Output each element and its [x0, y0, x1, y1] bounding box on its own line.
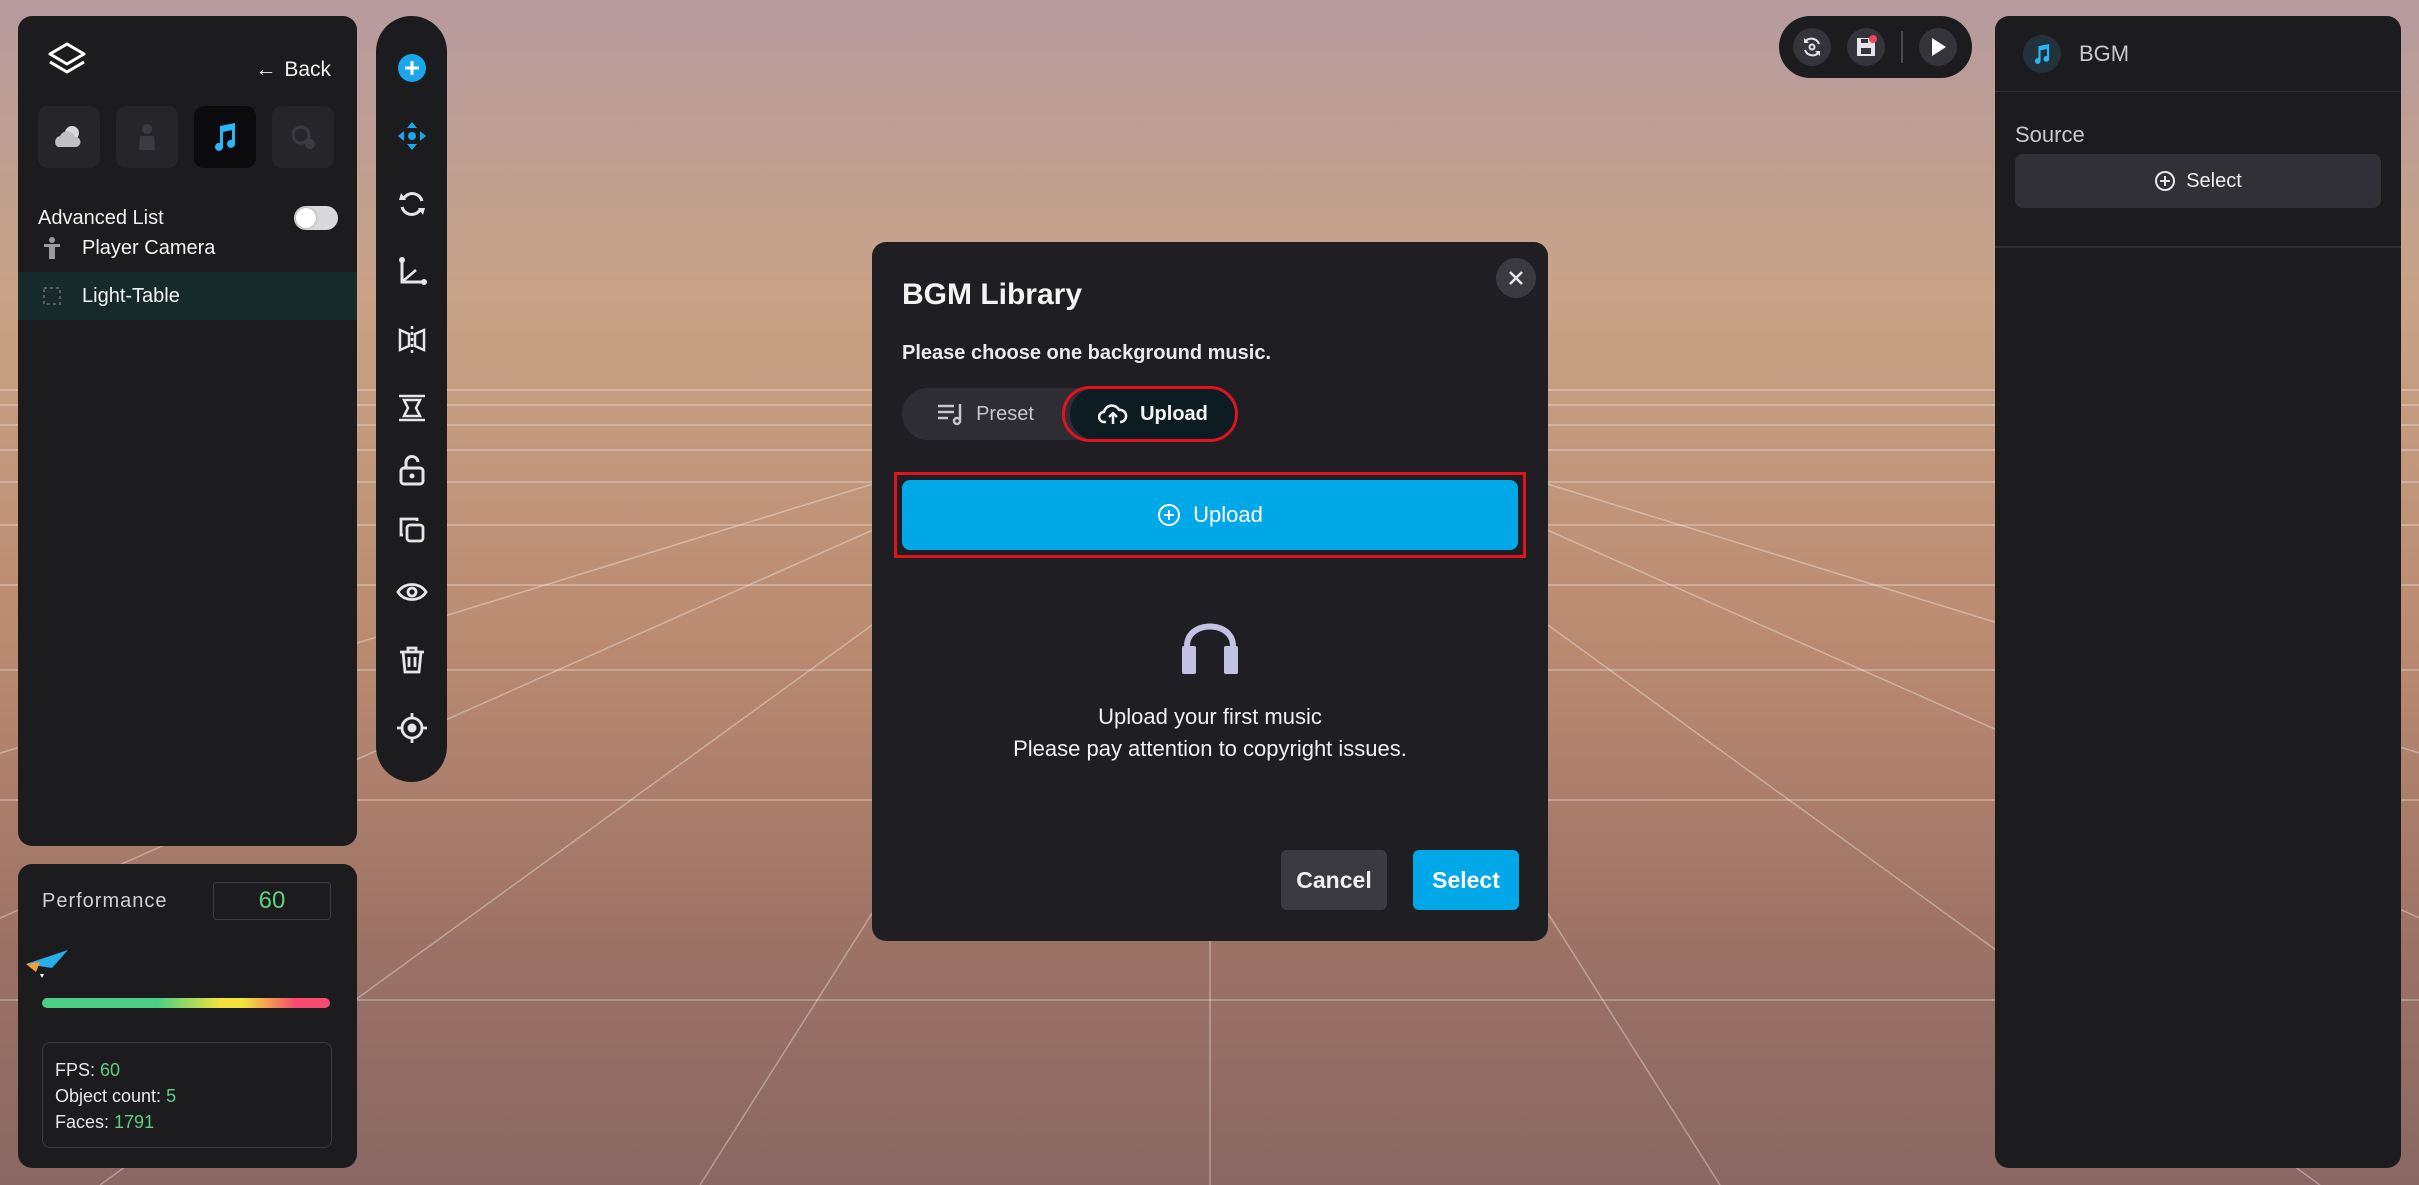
music-note-icon[interactable] — [194, 106, 256, 168]
source-tabs: Preset Upload — [902, 388, 1236, 440]
add-circle-icon — [2155, 171, 2176, 191]
back-button[interactable]: ← Back — [255, 58, 331, 82]
top-controls — [1779, 16, 1972, 78]
cancel-button[interactable]: Cancel — [1281, 850, 1387, 910]
effects-icon[interactable] — [272, 106, 334, 168]
rotate-icon[interactable] — [376, 178, 447, 230]
mirror-icon[interactable] — [376, 314, 447, 366]
align-icon[interactable] — [376, 382, 447, 434]
arrow-left-icon: ← — [255, 58, 277, 81]
unlock-icon[interactable] — [376, 444, 447, 496]
properties-title: BGM — [2079, 40, 2130, 66]
add-icon[interactable] — [376, 42, 447, 94]
tab-upload[interactable]: Upload — [1070, 388, 1236, 440]
weather-icon[interactable] — [38, 106, 100, 168]
object-count-stat: Object count: 5 — [55, 1086, 177, 1106]
source-select-button[interactable]: Select — [2015, 154, 2381, 208]
properties-panel: BGM Source Select — [1995, 16, 2401, 1168]
source-label: Source — [2015, 122, 2085, 147]
divider — [1995, 246, 2401, 248]
cloud-upload-icon — [1098, 404, 1128, 424]
performance-title: Performance — [42, 890, 168, 912]
headphone-icon — [1180, 606, 1240, 681]
empty-state-note: Please pay attention to copyright issues… — [1013, 736, 1407, 761]
tree-item-player-camera[interactable]: Player Camera — [18, 224, 357, 272]
axis-icon[interactable] — [376, 246, 447, 298]
move-icon[interactable] — [376, 110, 447, 162]
asset-tabs — [38, 106, 334, 168]
tool-bar — [376, 16, 447, 782]
add-circle-icon — [1158, 504, 1181, 526]
performance-pointer-icon — [22, 946, 72, 985]
fps-stat: FPS: 60 — [55, 1060, 121, 1080]
character-icon[interactable] — [116, 106, 178, 168]
app-logo-icon[interactable] — [44, 38, 90, 84]
tab-preset[interactable]: Preset — [902, 388, 1068, 440]
performance-panel: Performance 60 FPS: 60 Object count: 5 F… — [18, 864, 357, 1168]
bgm-library-dialog: BGM Library Please choose one background… — [872, 242, 1548, 941]
dialog-title: BGM Library — [902, 278, 1083, 311]
close-icon[interactable] — [1496, 258, 1536, 298]
playlist-icon — [938, 404, 962, 426]
performance-value: 60 — [213, 882, 331, 920]
person-icon — [44, 237, 60, 259]
duplicate-icon[interactable] — [376, 504, 447, 556]
stats-box: FPS: 60 Object count: 5 Faces: 1791 — [42, 1042, 332, 1148]
dialog-subtitle: Please choose one background music. — [902, 342, 1272, 364]
faces-stat: Faces: 1791 — [55, 1112, 155, 1132]
focus-icon[interactable] — [376, 702, 447, 754]
music-note-icon — [2023, 34, 2061, 73]
properties-header: BGM — [1995, 16, 2401, 92]
trash-icon[interactable] — [376, 634, 447, 686]
tree-item-label: Player Camera — [82, 236, 216, 259]
select-button[interactable]: Select — [1413, 850, 1519, 910]
upload-button[interactable]: Upload — [902, 480, 1518, 550]
visibility-icon[interactable] — [376, 566, 447, 618]
separator — [1901, 31, 1903, 63]
tree-item-light-table[interactable]: Light-Table — [18, 272, 357, 320]
empty-state-title: Upload your first music — [1098, 704, 1322, 729]
dotted-box-icon — [43, 287, 61, 305]
tree-item-label: Light-Table — [82, 284, 180, 307]
performance-bar — [42, 998, 330, 1008]
scene-panel: ← Back Advanced List Player Camera Light… — [18, 16, 357, 846]
play-icon[interactable] — [1919, 28, 1957, 66]
save-icon[interactable] — [1847, 28, 1885, 66]
reset-view-icon[interactable] — [1793, 28, 1831, 66]
